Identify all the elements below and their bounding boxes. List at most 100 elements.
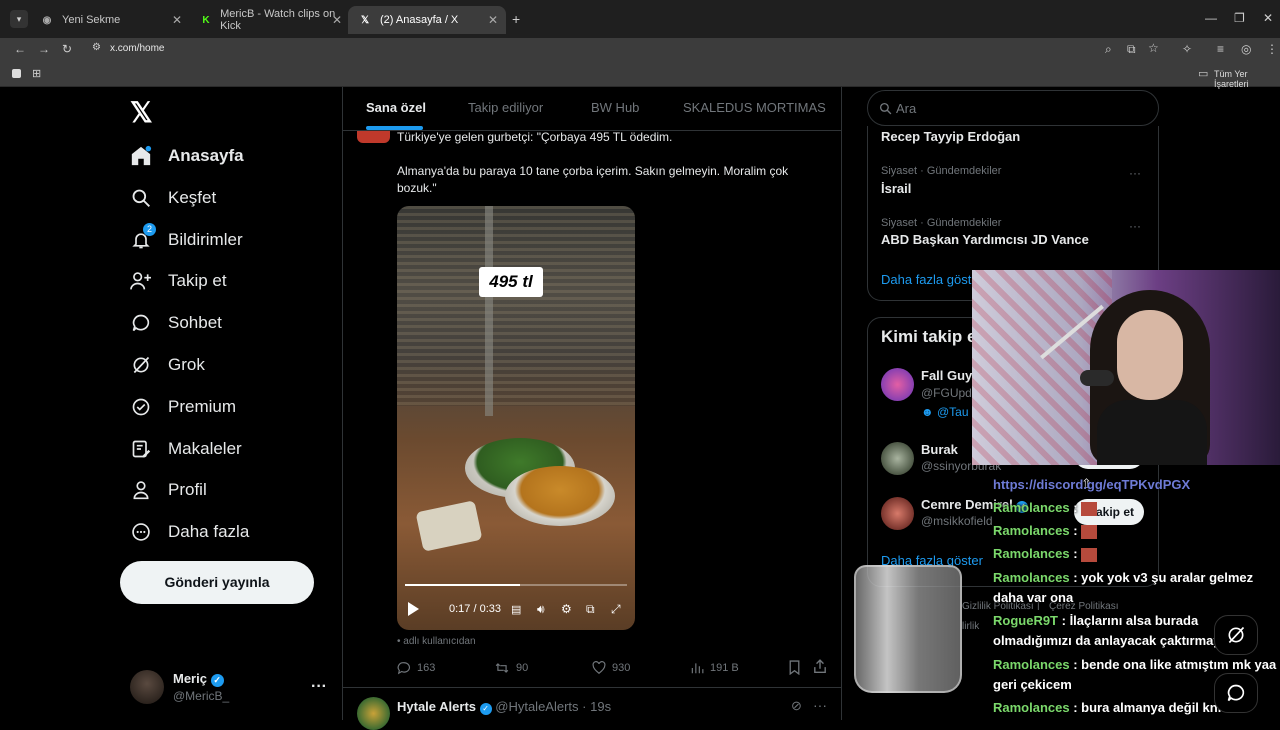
nav-explore[interactable]: Keşfet [130, 183, 216, 213]
views-action[interactable]: 191 B [690, 661, 739, 675]
trend-more-icon[interactable]: ··· [1129, 219, 1141, 233]
nav-follow[interactable]: Takip et [130, 266, 227, 296]
footer-link[interactable]: lirlik [962, 621, 979, 632]
price-overlay: 495 tl [479, 267, 543, 297]
home-icon [130, 145, 152, 167]
nav-home[interactable]: Anasayfa [130, 141, 244, 171]
minimize-icon[interactable]: — [1205, 11, 1217, 25]
account-switcher[interactable]: Meriç ✓ @MericB_ ··· [128, 669, 328, 707]
all-bookmarks-label[interactable]: Tüm Yer İşaretleri [1214, 69, 1280, 89]
back-icon[interactable]: ← [14, 42, 26, 56]
verified-icon: ✓ [210, 674, 224, 687]
trend-name[interactable]: Recep Tayyip Erdoğan [881, 129, 1020, 144]
close-icon[interactable]: ✕ [172, 13, 182, 27]
nav-chat[interactable]: Sohbet [130, 308, 222, 338]
trend-name[interactable]: ABD Başkan Yardımcısı JD Vance [881, 232, 1089, 247]
avatar [130, 670, 164, 704]
nav-grok[interactable]: Grok [130, 350, 205, 380]
post-avatar[interactable] [357, 131, 390, 143]
follow-avatar[interactable] [881, 442, 914, 475]
bookmark-square-icon[interactable] [12, 69, 21, 78]
tab-label: MericB - Watch clips on Kick [220, 8, 336, 32]
like-action[interactable]: 930 [592, 661, 630, 675]
reply-action[interactable]: 163 [397, 661, 435, 675]
window-close-icon[interactable]: ✕ [1263, 11, 1273, 25]
extensions-icon[interactable]: ✧ [1182, 42, 1192, 56]
reload-icon[interactable]: ↻ [62, 42, 72, 56]
tab-for-you[interactable]: Sana özel [366, 100, 426, 115]
post-divider [343, 687, 841, 688]
close-icon[interactable]: ✕ [488, 13, 498, 27]
tab-bw-hub[interactable]: BW Hub [591, 100, 639, 115]
post-video[interactable]: 495 tl 0:17 / 0:33 ▤ 🔊︎ ⚙ ⧉ ⤢ [397, 206, 635, 630]
glass-overlay [854, 565, 962, 693]
post-button[interactable]: Gönderi yayınla [120, 561, 314, 604]
tab-new[interactable]: ◉ Yeni Sekme ✕ [30, 6, 190, 34]
emote-icon [1081, 524, 1098, 539]
url-field[interactable]: x.com/home [110, 43, 164, 54]
nav-more[interactable]: Daha fazla [130, 517, 249, 547]
install-icon[interactable]: ⧉ [1127, 42, 1136, 57]
bookmarks-bar: ⊞ ▭ Tüm Yer İşaretleri [0, 62, 1280, 89]
star-icon[interactable]: ☆ [1148, 41, 1159, 55]
video-progress-fill [405, 584, 521, 586]
tab-kick[interactable]: K MericB - Watch clips on Kick ✕ [190, 6, 350, 34]
tab-x-home[interactable]: 𝕏 (2) Anasayfa / X ✕ [348, 6, 506, 34]
tab-skaledus[interactable]: SKALEDUS MORTIMAS [683, 100, 826, 115]
tab-following[interactable]: Takip ediliyor [468, 100, 543, 115]
close-icon[interactable]: ✕ [332, 13, 342, 27]
video-progress-track[interactable] [405, 584, 627, 586]
search-box[interactable]: Ara [867, 90, 1159, 126]
next-post-name: Hytale Alerts [397, 699, 476, 714]
center-left-border [342, 87, 343, 720]
nav-articles[interactable]: Makaleler [130, 434, 242, 464]
who-to-follow-title: Kimi takip e [881, 327, 977, 346]
forward-icon[interactable]: → [38, 42, 50, 56]
bookmark-icon[interactable] [788, 660, 801, 680]
folder-icon[interactable]: ▭ [1198, 67, 1208, 80]
post-more-icon[interactable]: ··· [813, 697, 827, 713]
trend-more-icon[interactable]: ··· [1129, 166, 1141, 180]
webcam-person-face [1117, 310, 1183, 400]
menu-icon[interactable]: ⋮ [1266, 42, 1278, 56]
follow-name[interactable]: Burak [921, 442, 958, 457]
media-icon[interactable]: ≡ [1217, 42, 1224, 56]
post-text-line2: Almanya'da bu paraya 10 tane çorba içeri… [397, 164, 789, 195]
follow-avatar[interactable] [881, 497, 914, 530]
reply-icon [397, 662, 411, 675]
show-more-link[interactable]: Daha fazla göster [881, 272, 983, 287]
zoom-icon[interactable]: ⌕ [1105, 42, 1112, 57]
new-tab-icon[interactable]: + [512, 11, 520, 27]
share-icon[interactable] [813, 659, 827, 679]
captions-icon[interactable]: ▤ [511, 603, 521, 616]
apps-icon[interactable]: ⊞ [32, 67, 41, 80]
tab-label: (2) Anasayfa / X [380, 14, 459, 26]
play-icon[interactable] [408, 602, 419, 616]
volume-icon[interactable]: 🔊︎ [537, 602, 545, 617]
nav-profile[interactable]: Profil [130, 475, 207, 505]
ellipsis-icon[interactable]: ··· [311, 678, 327, 696]
chrome-icon: ◉ [42, 14, 52, 26]
webcam-person-shirt [1097, 400, 1207, 465]
repost-action[interactable]: 90 [494, 661, 528, 675]
trend-name[interactable]: İsrail [881, 181, 911, 196]
next-post-avatar[interactable] [357, 697, 390, 730]
follow-name[interactable]: Fall Guys [921, 368, 980, 383]
next-post-header: Hytale Alerts ✓ @HytaleAlerts · 19s [397, 699, 612, 715]
settings-icon[interactable]: ⚙ [561, 602, 572, 616]
nav-notifications[interactable]: 2 Bildirimler [130, 223, 243, 255]
pip-icon[interactable]: ⧉ [586, 602, 595, 617]
grok-float-button[interactable] [1214, 615, 1258, 655]
grok-post-icon[interactable]: ⊘ [791, 698, 802, 714]
messages-float-button[interactable] [1214, 673, 1258, 713]
site-info-icon[interactable]: ⚙ [92, 42, 101, 53]
account-icon[interactable]: ◎ [1241, 42, 1251, 56]
nav-premium[interactable]: Premium [130, 392, 236, 422]
follow-handle: @FGUpd [921, 386, 972, 400]
maximize-icon[interactable]: ❐ [1234, 11, 1245, 25]
follow-avatar[interactable] [881, 368, 914, 401]
tab-search-icon[interactable]: ▾ [10, 10, 28, 28]
search-placeholder: Ara [896, 101, 917, 116]
fullscreen-icon[interactable]: ⤢ [611, 602, 621, 617]
x-logo[interactable]: 𝕏 [130, 96, 153, 129]
